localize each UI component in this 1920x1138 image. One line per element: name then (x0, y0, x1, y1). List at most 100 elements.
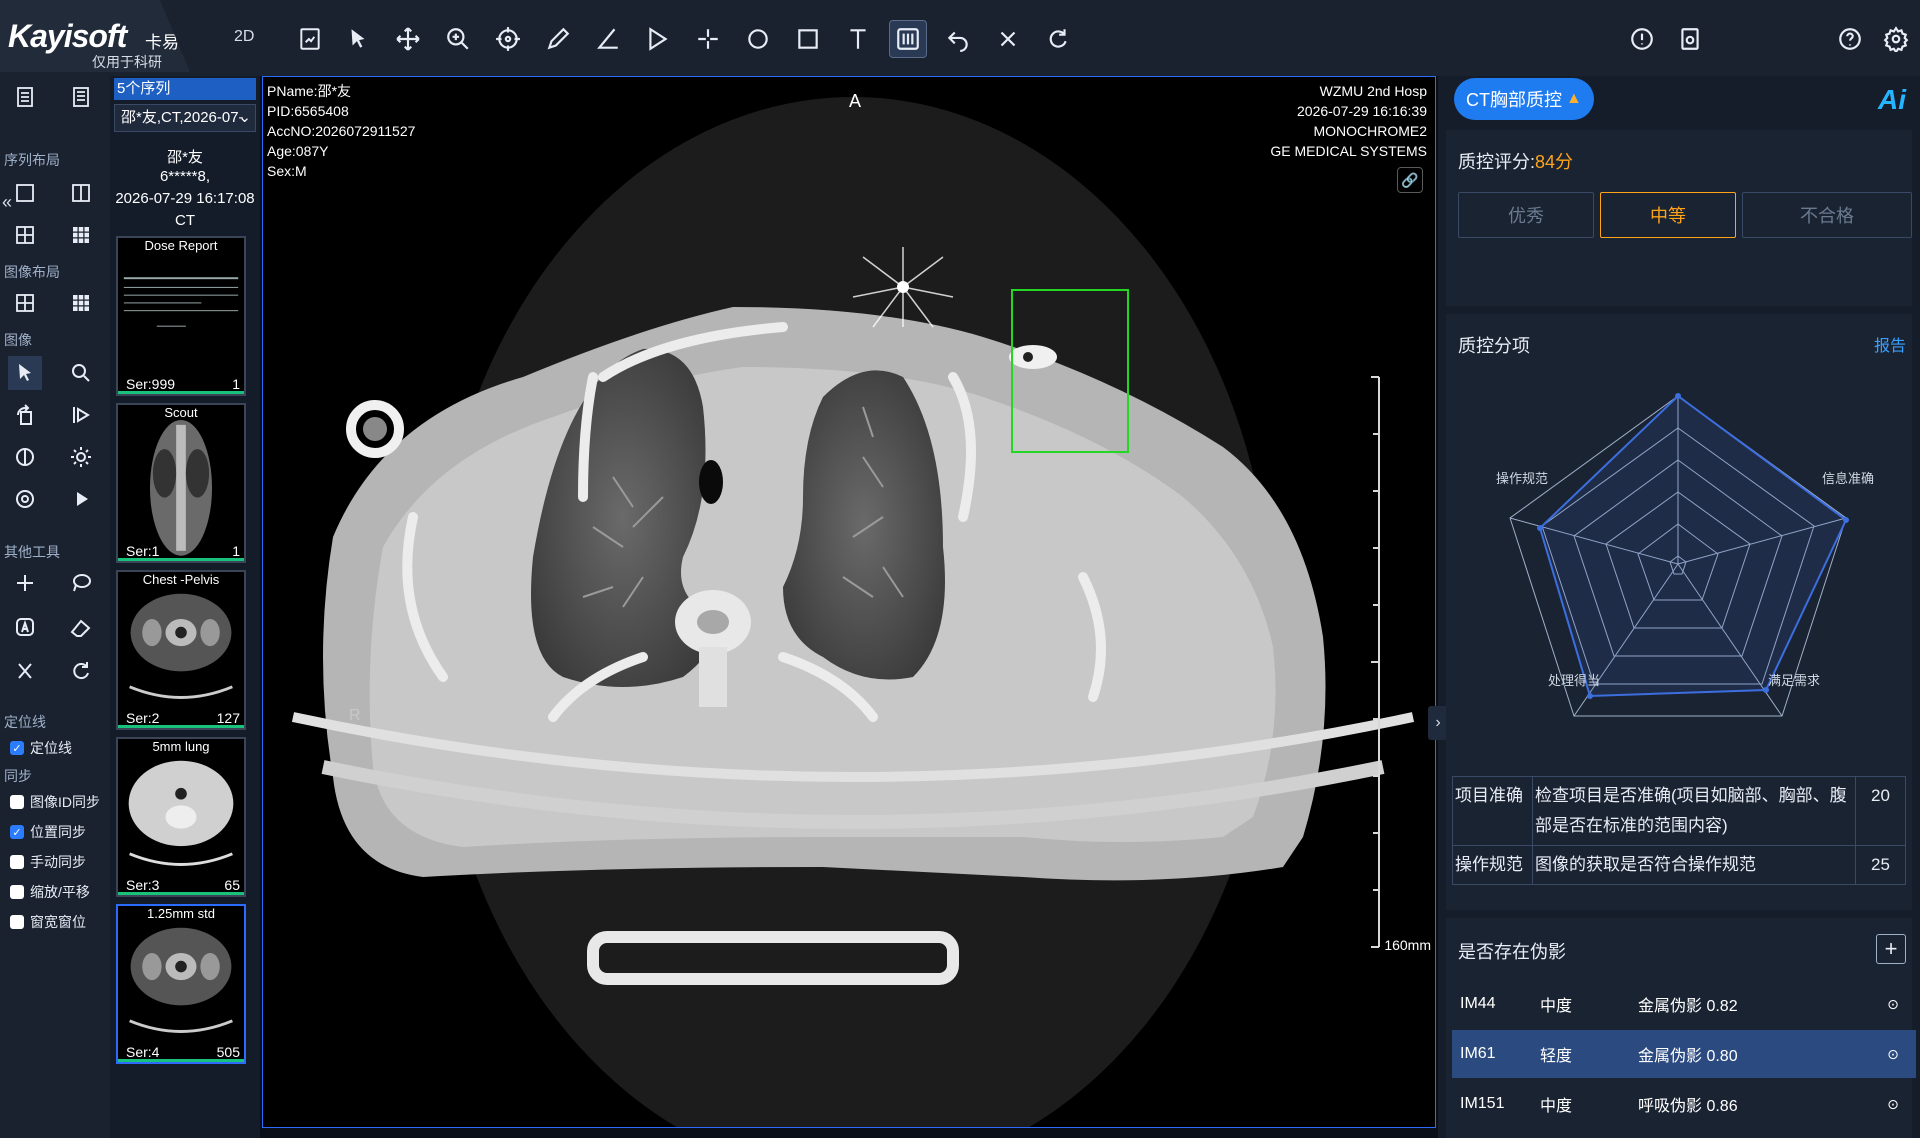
pan-icon[interactable] (390, 21, 426, 57)
select-pointer-icon[interactable] (8, 356, 42, 390)
modality: CT (175, 212, 195, 229)
sync-zoom-pan-checkbox[interactable]: 缩放/平移 (10, 882, 90, 902)
locate-icon[interactable]: ⊙ (1878, 996, 1908, 1013)
screenshot-icon[interactable] (292, 21, 328, 57)
triangle-icon[interactable] (640, 21, 676, 57)
play-icon[interactable] (64, 482, 98, 516)
ai-logo: Ai (1878, 84, 1906, 115)
circle-icon[interactable] (740, 21, 776, 57)
checkbox-box (10, 795, 24, 809)
crosshair-plus-icon[interactable] (690, 21, 726, 57)
layout-3x3-icon[interactable] (64, 218, 98, 252)
sync-position-checkbox[interactable]: ✓ 位置同步 (10, 822, 86, 842)
link-icon[interactable]: 🔗 (1397, 167, 1423, 193)
layout-1x2-icon[interactable] (64, 176, 98, 210)
lasso-icon[interactable] (64, 566, 98, 600)
save-icon[interactable] (1672, 21, 1708, 57)
table-row[interactable]: 操作规范 图像的获取是否符合操作规范 25 (1452, 845, 1906, 885)
document-icon[interactable] (64, 80, 98, 114)
thumbnail-series: Ser:2 (126, 710, 160, 726)
scale-label: 160mm (1384, 937, 1431, 953)
artifact-row[interactable]: IM44 中度 金属伪影 0.82 ⊙ (1452, 980, 1916, 1028)
angle-icon[interactable] (590, 21, 626, 57)
mode-2d-label[interactable]: 2D (234, 28, 254, 46)
artifact-row[interactable]: IM151 中度 呼吸伪影 0.86 ⊙ (1452, 1080, 1916, 1128)
eraser-icon[interactable] (64, 610, 98, 644)
layout-1x1-icon[interactable] (8, 176, 42, 210)
sync-image-id-checkbox[interactable]: 图像ID同步 (10, 792, 100, 812)
crosshair-icon[interactable] (490, 21, 526, 57)
image-layout-2x2-icon[interactable] (8, 286, 42, 320)
ct-chest-image (263, 77, 1435, 1127)
load-progress-bar (118, 1059, 244, 1062)
series-select[interactable]: 邵*友,CT,2026-07- ⌄ (114, 104, 256, 132)
locate-icon[interactable]: ⊙ (1878, 1096, 1908, 1113)
image-title: 图像 (4, 332, 32, 348)
orientation-left: R (349, 707, 361, 724)
rotate-icon[interactable] (8, 398, 42, 432)
flip-icon[interactable] (64, 398, 98, 432)
ct-chest-qc-tab[interactable]: CT胸部质控 ▲ (1454, 78, 1594, 120)
sync-option-label: 图像ID同步 (30, 794, 100, 810)
reset-icon[interactable] (1040, 21, 1076, 57)
checkbox-box (10, 915, 24, 929)
add-icon[interactable]: + (1876, 934, 1906, 964)
brightness-icon[interactable] (64, 440, 98, 474)
artifact-type: 金属伪影 0.80 (1638, 1048, 1738, 1065)
artifact-row-selected[interactable]: IM61 轻度 金属伪影 0.80 ⊙ (1452, 1030, 1916, 1078)
series-thumbnail[interactable]: Dose Report Ser:999 1 (116, 236, 246, 396)
refresh-icon[interactable] (64, 654, 98, 688)
dose-report-preview (118, 238, 244, 394)
report-link[interactable]: 报告 (1874, 332, 1906, 356)
rectangle-icon[interactable] (790, 21, 826, 57)
close-icon[interactable] (990, 21, 1026, 57)
locator-checkbox[interactable]: ✓ 定位线 (10, 738, 72, 758)
locate-icon[interactable]: ⊙ (1878, 1046, 1908, 1063)
series-count-label: 5个序列 (114, 78, 256, 100)
sync-manual-checkbox[interactable]: 手动同步 (10, 852, 86, 872)
text-icon[interactable] (840, 21, 876, 57)
chevron-right-icon[interactable]: › (1428, 706, 1448, 740)
artifact-detection-box[interactable] (1011, 289, 1129, 453)
sync-option-label: 位置同步 (30, 824, 86, 840)
magnifier-icon[interactable] (64, 356, 98, 390)
target-icon[interactable] (8, 482, 42, 516)
grade-medium-button[interactable]: 中等 (1600, 192, 1736, 238)
grade-fail-button[interactable]: 不合格 (1742, 192, 1912, 238)
qc-items-table: 项目准确 检查项目是否准确(项目如脑部、胸部、腹部是否在标准的范围内容) 20 … (1452, 776, 1906, 885)
pointer-icon[interactable] (340, 21, 376, 57)
info-icon[interactable] (1624, 21, 1660, 57)
series-thumbnail-selected[interactable]: 1.25mm std Ser:4 505 (116, 904, 246, 1064)
brand-name: Kayisoft (8, 18, 127, 54)
qc-score-value: 84分 (1535, 152, 1574, 172)
checkbox-box (10, 855, 24, 869)
image-layout-3x3-icon[interactable] (64, 286, 98, 320)
sync-option-label: 手动同步 (30, 854, 86, 870)
series-thumbnail[interactable]: 5mm lung Ser:3 65 (116, 737, 246, 897)
series-thumbnail[interactable]: Chest -Pelvis Ser:2 127 (116, 570, 246, 730)
list-view-icon[interactable] (8, 80, 42, 114)
image-viewport[interactable]: PName:邵*友 PID:6565408 AccNO:202607291152… (262, 76, 1436, 1128)
zoom-icon[interactable] (440, 21, 476, 57)
undo-icon[interactable] (940, 21, 976, 57)
table-cell-category: 项目准确 (1452, 776, 1533, 846)
help-icon[interactable] (1832, 21, 1868, 57)
artifact-image-id: IM151 (1460, 1095, 1505, 1112)
series-thumbnail[interactable]: Scout Ser:1 1 (116, 403, 246, 563)
layout-2x2-icon[interactable] (8, 218, 42, 252)
sync-window-level-checkbox[interactable]: 窗宽窗位 (10, 912, 86, 932)
radar-label-requirement: 满足需求 (1768, 673, 1821, 688)
overlay-photometric: MONOCHROME2 (1313, 123, 1427, 139)
add-point-icon[interactable] (8, 566, 42, 600)
radar-label-operation: 操作规范 (1496, 471, 1549, 486)
sync-option-label: 窗宽窗位 (30, 914, 86, 930)
settings-icon[interactable] (1878, 21, 1914, 57)
adjust-icon[interactable] (889, 20, 927, 58)
table-row[interactable]: 项目准确 检查项目是否准确(项目如脑部、胸部、腹部是否在标准的范围内容) 20 (1452, 776, 1906, 846)
invert-icon[interactable] (8, 440, 42, 474)
capture-icon[interactable] (8, 610, 42, 644)
artifact-title: 是否存在伪影 (1458, 942, 1566, 962)
grade-excellent-button[interactable]: 优秀 (1458, 192, 1594, 238)
pencil-icon[interactable] (540, 21, 576, 57)
clear-icon[interactable] (8, 654, 42, 688)
